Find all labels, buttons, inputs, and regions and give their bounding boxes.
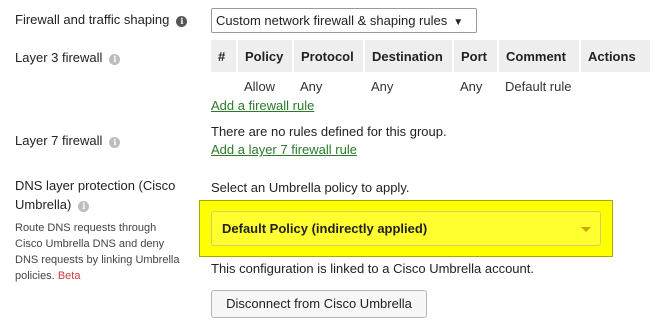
column-header-actions: Actions — [580, 40, 650, 72]
layer3-firewall-label: Layer 3 firewall i — [15, 50, 121, 65]
cell-protocol: Any — [300, 78, 323, 94]
layer7-firewall-label-text: Layer 7 firewall — [15, 133, 103, 148]
column-header-port: Port — [453, 40, 499, 72]
dns-protection-description: Route DNS requests through Cisco Umbrell… — [15, 220, 187, 284]
cell-comment: Default rule — [505, 78, 572, 94]
add-layer7-rule-link[interactable]: Add a layer 7 firewall rule — [211, 142, 357, 157]
info-icon[interactable]: i — [109, 137, 121, 148]
cell-policy: Allow — [244, 78, 276, 94]
column-header-comment: Comment — [498, 40, 581, 72]
add-layer7-rule-wrap: Add a layer 7 firewall rule — [211, 142, 357, 157]
umbrella-policy-select-value: Default Policy (indirectly applied) — [222, 221, 428, 236]
layer7-empty-text: There are no rules defined for this grou… — [211, 124, 447, 139]
beta-badge: Beta — [57, 270, 81, 282]
cell-port: Any — [460, 78, 483, 94]
cell-actions — [580, 72, 650, 100]
info-icon[interactable]: i — [109, 54, 121, 65]
table-row: Allow Any Any Any Default rule — [211, 72, 650, 100]
umbrella-linked-text: This configuration is linked to a Cisco … — [211, 261, 534, 276]
dns-desc-line2: Cisco Umbrella DNS and deny — [15, 238, 165, 250]
column-header-protocol: Protocol — [293, 40, 365, 72]
chevron-down-icon — [581, 227, 591, 232]
layer3-rules-table-wrap: # Policy Protocol Destination Port Comme… — [211, 40, 650, 100]
firewall-mode-select[interactable]: Custom network firewall & shaping rules ▼ — [211, 8, 477, 33]
table-header-row: # Policy Protocol Destination Port Comme… — [211, 40, 650, 72]
column-header-index: # — [211, 40, 238, 72]
umbrella-prompt: Select an Umbrella policy to apply. — [211, 180, 410, 195]
dns-protection-label-line1: DNS layer protection (Cisco — [15, 178, 176, 193]
dns-desc-line3: DNS requests by linking Umbrella — [15, 254, 180, 266]
add-firewall-rule-link[interactable]: Add a firewall rule — [211, 98, 314, 113]
firewall-shaping-label: Firewall and traffic shaping i — [15, 12, 188, 27]
dns-protection-label-line2: Umbrella) — [15, 197, 72, 212]
umbrella-policy-select[interactable]: Default Policy (indirectly applied) — [211, 211, 601, 246]
add-firewall-rule-wrap: Add a firewall rule — [211, 98, 314, 113]
column-header-destination: Destination — [364, 40, 454, 72]
cell-index — [211, 72, 237, 100]
info-icon[interactable]: i — [176, 16, 188, 27]
chevron-down-icon: ▼ — [453, 17, 464, 28]
layer7-firewall-label: Layer 7 firewall i — [15, 133, 121, 148]
info-icon[interactable]: i — [78, 201, 90, 212]
disconnect-umbrella-button[interactable]: Disconnect from Cisco Umbrella — [211, 290, 427, 318]
cell-destination: Any — [371, 78, 394, 94]
firewall-mode-select-value: Custom network firewall & shaping rules — [216, 13, 448, 28]
dns-protection-label: DNS layer protection (Cisco Umbrella) i — [15, 176, 175, 214]
dns-desc-line1: Route DNS requests through — [15, 222, 157, 234]
firewall-shaping-label-text: Firewall and traffic shaping — [15, 12, 170, 27]
layer3-firewall-label-text: Layer 3 firewall — [15, 50, 103, 65]
column-header-policy: Policy — [237, 40, 294, 72]
dns-desc-line4: policies. — [15, 270, 55, 282]
layer3-rules-table: # Policy Protocol Destination Port Comme… — [211, 40, 650, 100]
